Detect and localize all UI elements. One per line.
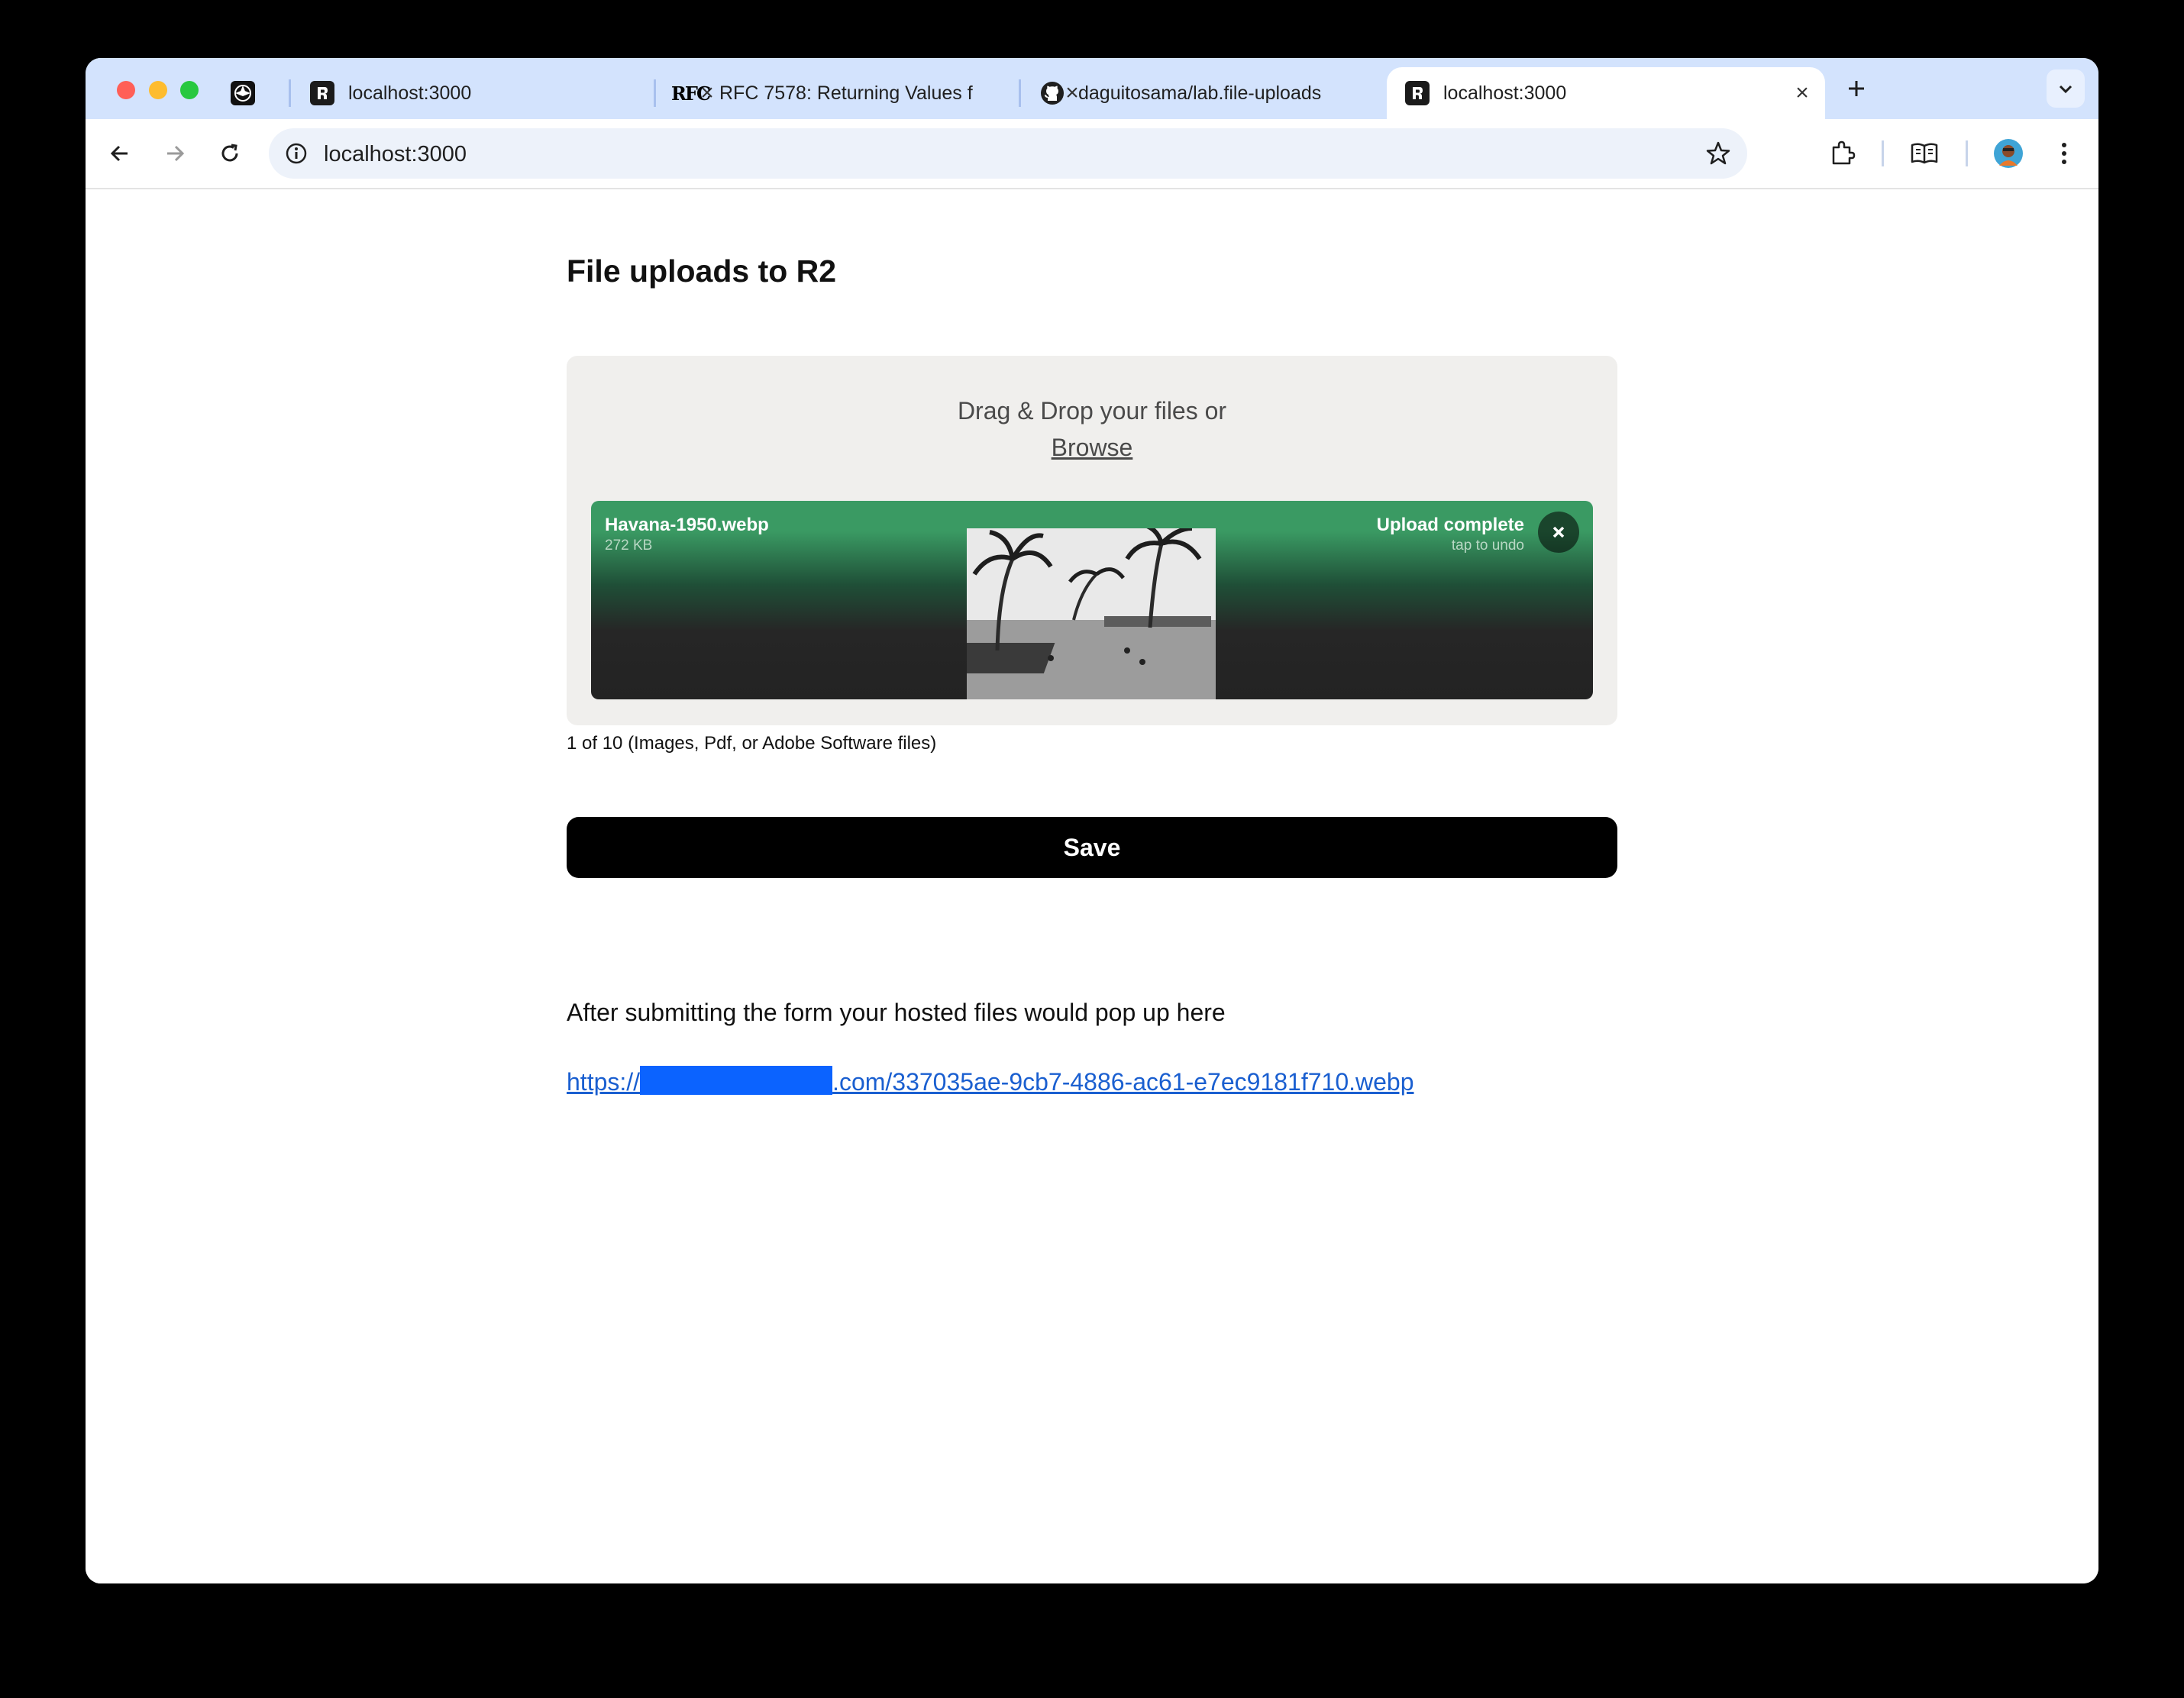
tab-pinned[interactable] — [231, 67, 292, 119]
rfc-logo-icon: RFC — [670, 82, 711, 105]
close-window-button[interactable] — [117, 81, 135, 99]
address-bar[interactable]: localhost:3000 — [269, 128, 1747, 179]
file-size: 272 KB — [605, 537, 653, 554]
uploaded-file-item: Havana-1950.webp 272 KB Upload complete … — [591, 501, 1593, 699]
browser-window: localhost:3000 × RFC RFC 7578: Returning… — [86, 58, 2098, 1583]
puzzle-icon — [1832, 140, 1856, 165]
tab-search-button[interactable] — [2047, 69, 2085, 108]
forward-button[interactable] — [156, 134, 194, 173]
page-title: File uploads to R2 — [567, 253, 837, 289]
hosted-files-text: After submitting the form your hosted fi… — [567, 999, 1226, 1026]
maximize-window-button[interactable] — [180, 81, 199, 99]
chevron-down-icon — [2059, 85, 2073, 94]
tab-title: daguitosama/lab.file-uploads — [1078, 82, 1322, 104]
browser-toolbar: localhost:3000 — [86, 119, 2098, 189]
github-logo-icon — [1040, 81, 1065, 105]
undo-hint[interactable]: tap to undo — [1452, 537, 1524, 554]
file-limit-note: 1 of 10 (Images, Pdf, or Adobe Software … — [567, 733, 937, 754]
reading-mode-button[interactable] — [1905, 134, 1943, 173]
dropzone-prompt: Drag & Drop your files or — [957, 397, 1227, 424]
kebab-menu-icon — [2062, 143, 2066, 164]
profile-avatar[interactable] — [1989, 134, 2027, 173]
arrow-right-icon — [167, 145, 185, 162]
remix-logo-icon — [1405, 81, 1430, 105]
link-prefix: https:// — [567, 1068, 641, 1096]
avatar-icon — [1994, 139, 2023, 168]
address-text: localhost:3000 — [324, 142, 467, 166]
tab-separator — [1019, 79, 1021, 107]
close-tab-icon[interactable]: × — [1787, 78, 1817, 108]
reload-button[interactable] — [211, 134, 249, 173]
reload-icon — [221, 144, 238, 162]
arrow-left-icon — [110, 145, 128, 162]
tab-title: RFC 7578: Returning Values f — [719, 82, 973, 104]
redacted-block — [640, 1066, 833, 1095]
remove-file-button[interactable] — [1538, 512, 1579, 553]
close-icon — [1552, 526, 1565, 538]
file-name: Havana-1950.webp — [605, 515, 769, 535]
tab-separator — [289, 79, 291, 107]
site-info-icon[interactable] — [284, 141, 309, 169]
minimize-window-button[interactable] — [149, 81, 167, 99]
hosted-file-link[interactable]: https:// .com/337035ae-9cb7-4886-ac61-e7e… — [567, 1066, 1414, 1096]
book-icon — [1911, 143, 1938, 164]
extensions-button[interactable] — [1824, 134, 1862, 173]
tab-title: localhost:3000 — [1443, 82, 1567, 104]
toolbar-separator — [1882, 140, 1884, 166]
toolbar-separator — [1966, 140, 1968, 166]
tab-title: localhost:3000 — [348, 82, 472, 104]
back-button[interactable] — [101, 134, 139, 173]
remix-logo-icon — [310, 81, 334, 105]
aperture-logo-icon — [231, 81, 255, 105]
file-thumbnail-image — [929, 522, 1216, 699]
browse-link[interactable]: Browse — [1052, 434, 1133, 461]
new-tab-button[interactable] — [1837, 69, 1875, 108]
bookmark-star-icon[interactable] — [1704, 140, 1732, 171]
page-content: File uploads to R2 Drag & Drop your file… — [86, 189, 2098, 1583]
browser-menu-button[interactable] — [2045, 134, 2083, 173]
tab-separator — [654, 79, 656, 107]
link-suffix: .com/337035ae-9cb7-4886-ac61-e7ec9181f71… — [832, 1068, 1414, 1096]
file-dropzone[interactable]: Drag & Drop your files or Browse Havana-… — [567, 356, 1617, 725]
upload-status: Upload complete — [1376, 515, 1524, 535]
tab-localhost-active[interactable]: localhost:3000 × — [1387, 67, 1825, 119]
save-button[interactable]: Save — [567, 817, 1617, 878]
tab-strip: localhost:3000 × RFC RFC 7578: Returning… — [86, 58, 2098, 119]
